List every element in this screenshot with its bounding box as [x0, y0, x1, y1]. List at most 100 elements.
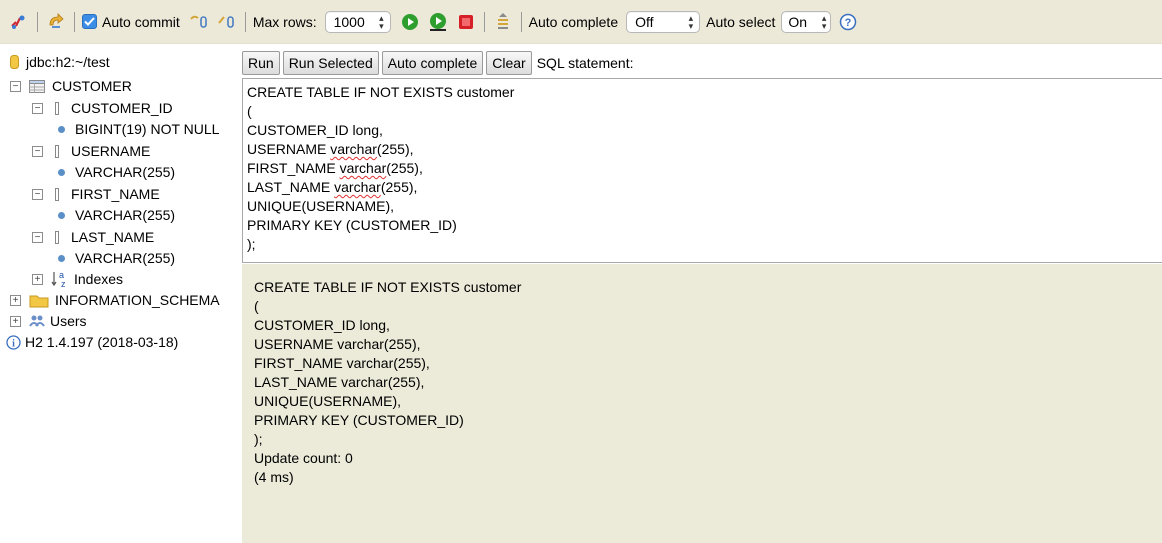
tree-table-customer[interactable]: − CUSTOMER: [10, 76, 132, 96]
run-selected-button[interactable]: Run Selected: [282, 51, 379, 75]
result-line: LAST_NAME varchar(255),: [254, 374, 425, 390]
column-name: FIRST_NAME: [71, 186, 160, 202]
collapse-icon[interactable]: −: [32, 231, 43, 243]
sidebar: jdbc:h2:~/test − CUSTOMER − CUSTOMER_ID …: [0, 45, 240, 543]
toolbar-separator: [520, 11, 522, 32]
column-type: BIGINT(19) NOT NULL: [75, 121, 220, 137]
max-rows-value: 1000: [333, 13, 365, 30]
tree-column-type: VARCHAR(255): [58, 162, 175, 182]
table-icon: [29, 79, 45, 93]
tree-version: i H2 1.4.197 (2018-03-18): [6, 332, 178, 352]
column-type: VARCHAR(255): [75, 250, 176, 266]
toolbar-separator: [244, 11, 246, 32]
rollback-icon[interactable]: [188, 11, 210, 33]
auto-select-select[interactable]: On ▴ ▾: [781, 10, 832, 33]
collapse-icon[interactable]: −: [32, 145, 43, 157]
tree-indexes[interactable]: + az Indexes: [32, 269, 123, 289]
editor-text: USERNAME: [247, 141, 331, 157]
editor-text: (255),: [376, 141, 414, 157]
svg-text:?: ?: [845, 17, 852, 29]
editor-line: UNIQUE(USERNAME),: [247, 198, 395, 214]
refresh-icon[interactable]: [45, 11, 67, 33]
max-rows-label: Max rows:: [252, 13, 317, 30]
column-name: LAST_NAME: [71, 229, 155, 245]
editor-line: PRIMARY KEY (CUSTOMER_ID): [247, 217, 457, 233]
disconnect-icon[interactable]: [8, 11, 30, 33]
tree-column-type: BIGINT(19) NOT NULL: [58, 119, 219, 139]
clear-button[interactable]: Clear: [486, 51, 532, 75]
tree-column-type: VARCHAR(255): [58, 205, 175, 225]
tree-column[interactable]: − LAST_NAME: [32, 227, 154, 247]
auto-complete-value: Off: [635, 13, 654, 30]
result-line: (: [254, 298, 259, 314]
auto-select-label: Auto select: [706, 13, 776, 30]
stop-icon[interactable]: [455, 11, 477, 33]
version-label: H2 1.4.197 (2018-03-18): [25, 334, 179, 350]
sql-statement-label: SQL statement:: [536, 55, 634, 71]
column-name: USERNAME: [71, 143, 151, 159]
expand-icon[interactable]: +: [32, 273, 43, 285]
editor-line: CREATE TABLE IF NOT EXISTS customer: [247, 84, 515, 100]
folder-icon: [29, 293, 49, 308]
auto-commit-checkbox[interactable]: [82, 14, 97, 29]
result-line: );: [254, 431, 263, 447]
auto-complete-select[interactable]: Off ▴ ▾: [626, 10, 701, 33]
table-label: CUSTOMER: [52, 78, 132, 94]
column-icon: [55, 187, 59, 201]
tree-connection[interactable]: jdbc:h2:~/test: [10, 52, 110, 72]
result-line: CREATE TABLE IF NOT EXISTS customer: [254, 279, 522, 295]
result-line: PRIMARY KEY (CUSTOMER_ID): [254, 412, 464, 428]
query-button-bar: Run Run Selected Auto complete Clear SQL…: [242, 50, 633, 76]
run-button[interactable]: Run: [242, 51, 280, 75]
tree-column[interactable]: − FIRST_NAME: [32, 184, 160, 204]
type-bullet-icon: [58, 254, 65, 262]
indexes-label: Indexes: [74, 271, 124, 287]
column-icon: [55, 101, 59, 115]
tree-column[interactable]: − USERNAME: [32, 141, 150, 161]
result-line: FIRST_NAME varchar(255),: [254, 355, 430, 371]
max-rows-select[interactable]: 1000 ▴ ▾: [324, 10, 391, 33]
expand-icon[interactable]: +: [10, 315, 21, 327]
editor-line: CUSTOMER_ID long,: [247, 122, 383, 138]
information-schema-label: INFORMATION_SCHEMA: [55, 292, 220, 308]
editor-line: USERNAME varchar(255),: [247, 140, 1158, 159]
help-icon[interactable]: ?: [837, 11, 859, 33]
sql-editor[interactable]: CREATE TABLE IF NOT EXISTS customer ( CU…: [242, 78, 1162, 263]
connection-label: jdbc:h2:~/test: [26, 54, 110, 70]
column-icon: [55, 230, 59, 244]
select-arrows-icon: ▴ ▾: [821, 12, 827, 31]
editor-line: (: [247, 103, 252, 119]
tree-column[interactable]: − CUSTOMER_ID: [32, 98, 173, 118]
expand-icon[interactable]: +: [10, 294, 21, 306]
history-icon[interactable]: [492, 11, 514, 33]
tree-column-type: VARCHAR(255): [58, 248, 175, 268]
column-type: VARCHAR(255): [75, 207, 176, 223]
run-icon[interactable]: [399, 11, 421, 33]
collapse-icon[interactable]: −: [32, 102, 43, 114]
result-line: (4 ms): [254, 469, 294, 485]
svg-text:i: i: [12, 338, 15, 349]
database-icon: [10, 55, 19, 69]
toolbar-separator: [37, 11, 38, 32]
result-panel: CREATE TABLE IF NOT EXISTS customer ( CU…: [242, 264, 1162, 543]
result-line: USERNAME varchar(255),: [254, 336, 421, 352]
misspelled-word: varchar: [334, 179, 381, 195]
collapse-icon[interactable]: −: [32, 188, 43, 200]
tree-users[interactable]: + Users: [10, 311, 87, 331]
collapse-icon[interactable]: −: [10, 80, 21, 92]
auto-complete-button[interactable]: Auto complete: [381, 51, 484, 75]
run-selected-icon[interactable]: [427, 11, 449, 33]
editor-text: (255),: [380, 179, 418, 195]
misspelled-word: varchar: [339, 160, 387, 176]
tree-information-schema[interactable]: + INFORMATION_SCHEMA: [10, 290, 220, 310]
editor-line: LAST_NAME varchar(255),: [247, 178, 1158, 197]
column-icon: [55, 144, 59, 158]
info-icon: i: [6, 334, 21, 350]
editor-text: LAST_NAME: [247, 179, 335, 195]
type-bullet-icon: [58, 125, 65, 133]
editor-text: (255),: [386, 160, 423, 176]
users-icon: [29, 314, 45, 329]
commit-icon[interactable]: [216, 11, 238, 33]
select-arrows-icon: ▴ ▾: [379, 12, 384, 31]
toolbar-separator: [74, 11, 75, 32]
